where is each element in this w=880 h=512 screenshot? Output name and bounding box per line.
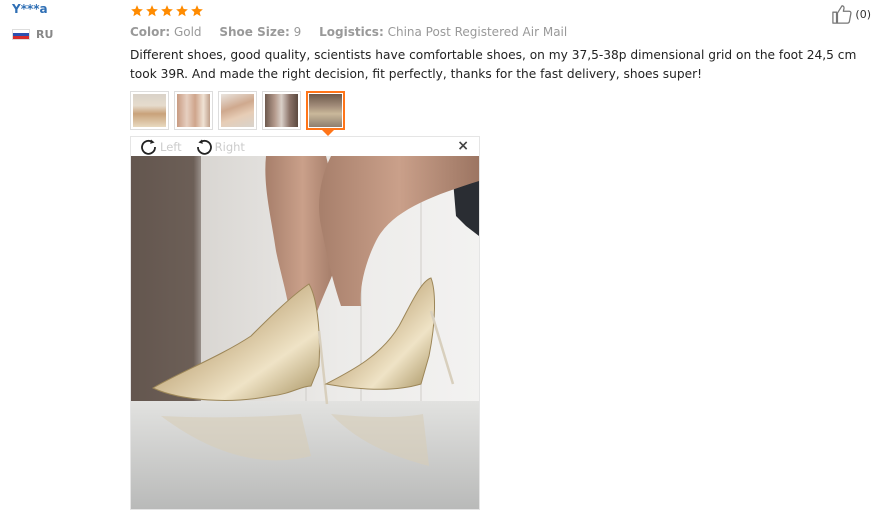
size-value: 9	[293, 25, 302, 39]
color-value: Gold	[173, 25, 202, 39]
review-photo[interactable]	[131, 156, 479, 509]
like-button[interactable]: (0)	[831, 4, 871, 24]
order-size: Shoe Size: 9	[219, 25, 301, 39]
like-count: (0)	[855, 7, 871, 21]
color-label: Color:	[130, 25, 171, 39]
order-color: Color: Gold	[130, 25, 202, 39]
order-info: Color: Gold Shoe Size: 9 Logistics: Chin…	[130, 25, 860, 39]
size-label: Shoe Size:	[219, 25, 290, 39]
star-icon	[175, 4, 189, 18]
reviewer-info: Y***a RU	[12, 2, 122, 41]
star-icon	[145, 4, 159, 18]
image-viewer: Left Right ×	[130, 136, 480, 510]
logistics-label: Logistics:	[319, 25, 384, 39]
review-thumbnail[interactable]	[262, 91, 301, 130]
review-text: Different shoes, good quality, scientist…	[130, 48, 857, 81]
rating-stars	[130, 2, 860, 19]
reviewer-country: RU	[12, 28, 122, 41]
review-photo-image	[131, 156, 479, 509]
review-thumbnail[interactable]	[130, 91, 169, 130]
close-icon[interactable]: ×	[457, 138, 469, 154]
review-thumbnail[interactable]	[174, 91, 213, 130]
star-icon	[130, 4, 144, 18]
flag-ru-icon	[12, 29, 30, 40]
rotate-left-button[interactable]: Left	[139, 138, 182, 156]
thumbs-up-icon	[831, 4, 853, 24]
country-code: RU	[36, 28, 54, 41]
review-content: Color: Gold Shoe Size: 9 Logistics: Chin…	[130, 2, 860, 136]
rotate-right-button[interactable]: Right	[194, 138, 245, 156]
review-thumbnails	[130, 91, 860, 136]
rotate-left-label: Left	[160, 139, 182, 154]
viewer-toolbar: Left Right ×	[131, 137, 479, 156]
rotate-left-icon	[139, 138, 159, 156]
rotate-right-label: Right	[214, 139, 245, 154]
logistics-value: China Post Registered Air Mail	[387, 25, 568, 39]
star-icon	[160, 4, 174, 18]
reviewer-name[interactable]: Y***a	[12, 2, 122, 16]
rotate-right-icon	[194, 138, 214, 156]
review-thumbnail-active[interactable]	[306, 91, 345, 136]
order-logistics: Logistics: China Post Registered Air Mai…	[319, 25, 567, 39]
star-icon	[190, 4, 204, 18]
review-thumbnail[interactable]	[218, 91, 257, 130]
